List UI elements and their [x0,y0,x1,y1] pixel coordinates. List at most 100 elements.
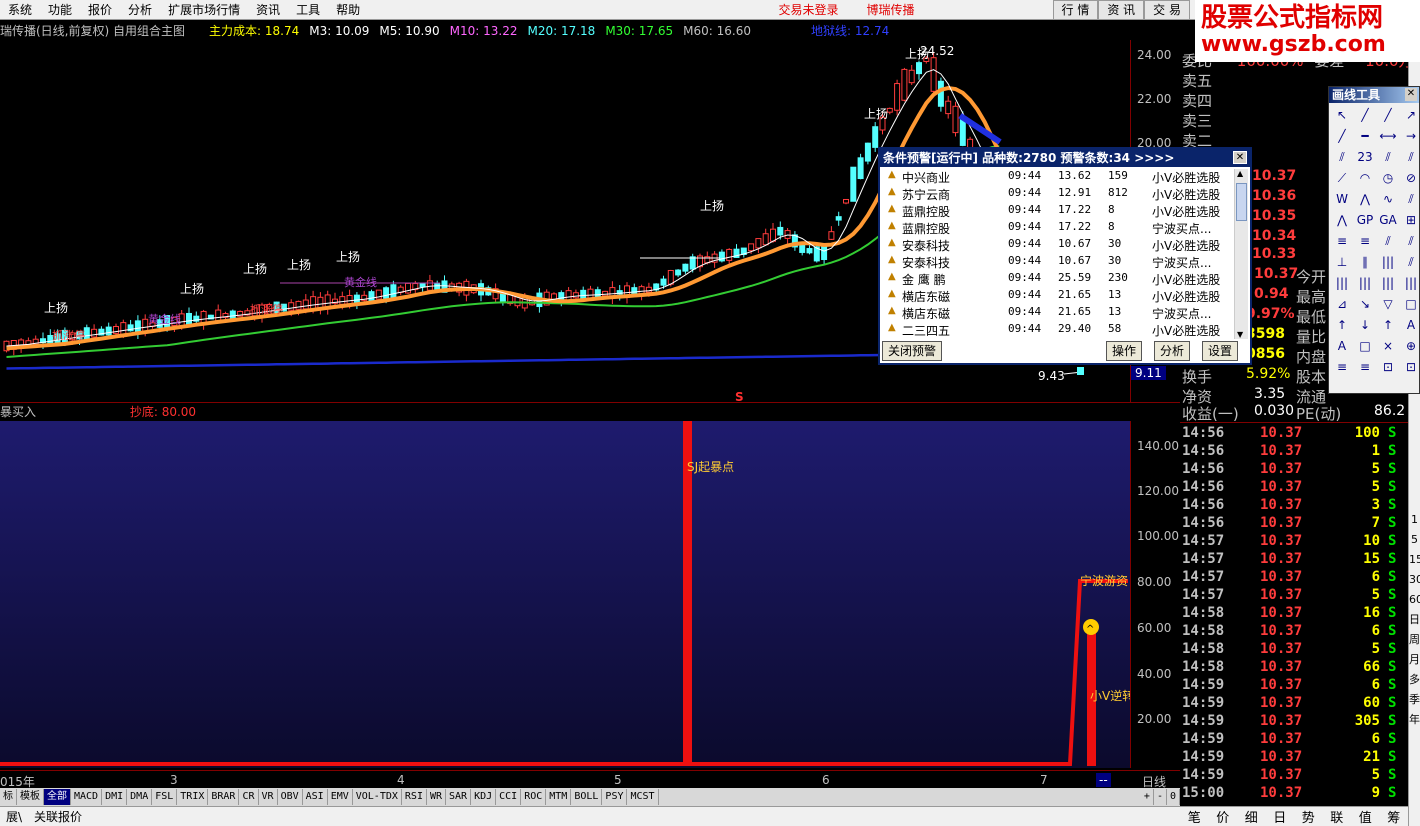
period-15m[interactable]: 15 [1409,550,1420,570]
menu-item-function[interactable]: 功能 [40,0,80,20]
scroll-thumb[interactable] [1236,183,1247,221]
tab-cr[interactable]: CR [239,789,259,805]
period-year[interactable]: 年 [1409,710,1420,730]
period-month[interactable]: 月 [1409,650,1420,670]
draw-tool-icon[interactable]: A [1400,315,1420,335]
tab-dma[interactable]: DMA [127,789,153,805]
draw-tool-icon[interactable]: □ [1400,294,1420,314]
tab-all[interactable]: 全部 [44,789,71,805]
tab-vr[interactable]: VR [259,789,278,805]
tab-emv[interactable]: EMV [328,789,353,805]
tab-trend[interactable]: 势 [1302,807,1315,826]
draw-tool-icon[interactable]: ↓ [1354,315,1376,335]
draw-tool-icon[interactable]: × [1377,336,1399,356]
period-5m[interactable]: 5 [1409,530,1420,550]
period-1m[interactable]: 1 [1409,510,1420,530]
draw-tool-icon[interactable]: ⊘ [1400,168,1420,188]
tab-ticks[interactable]: 笔 [1188,807,1201,826]
status-expand[interactable]: 展\ [0,808,28,825]
zoom-reset-button[interactable]: 0 [1167,789,1180,805]
draw-tool-icon[interactable]: ⫽ [1400,252,1420,272]
draw-tool-icon[interactable]: ∿ [1377,189,1399,209]
tab-brar[interactable]: BRAR [208,789,240,805]
draw-tool-icon[interactable]: ╱ [1354,105,1376,125]
close-alert-button[interactable]: 关闭预警 [882,341,943,361]
draw-tool-icon[interactable]: ||| [1377,252,1399,272]
alert-row[interactable]: ▲ 横店东磁 09:44 21.65 13 小V必胜选股 [882,288,1234,305]
trade-login-status[interactable]: 交易未登录 [770,0,846,20]
tab-kdj[interactable]: KDJ [471,789,497,805]
draw-tool-icon[interactable]: ≡ [1331,357,1353,377]
draw-tool-icon[interactable]: ⊡ [1377,357,1399,377]
draw-tool-icon[interactable]: ↑ [1331,315,1353,335]
settings-button[interactable]: 设置 [1202,341,1239,361]
draw-tool-icon[interactable]: ⟋ [1331,168,1353,188]
draw-tool-icon[interactable]: ⫽ [1400,231,1420,251]
period-day[interactable]: 日 [1409,610,1420,630]
period-week[interactable]: 周 [1409,630,1420,650]
tab-rsi[interactable]: RSI [402,789,427,805]
draw-tool-icon[interactable]: ↘ [1354,294,1376,314]
menu-item-news[interactable]: 资讯 [248,0,288,20]
zoom-out-button[interactable]: - [1154,789,1167,805]
draw-tool-icon[interactable]: → [1400,126,1420,146]
zoom-in-button[interactable]: + [1141,789,1154,805]
draw-tool-icon[interactable]: ⋀ [1354,189,1376,209]
tab-mcst[interactable]: MCST [627,789,659,805]
alert-list[interactable]: ▲ 中兴商业 09:44 13.62 159 小V必胜选股 ▲ 苏宁云商 09:44 12.91 8… [882,169,1234,339]
menu-item-tools[interactable]: 工具 [288,0,328,20]
draw-tool-icon[interactable]: ⋀ [1331,210,1353,230]
tab-cci[interactable]: CCI [496,789,522,805]
tab-mtm[interactable]: MTM [546,789,572,805]
tab-detail[interactable]: 细 [1245,807,1258,826]
tab-fsl[interactable]: FSL [152,789,178,805]
draw-tool-icon[interactable]: ⊕ [1400,336,1420,356]
close-icon[interactable]: ✕ [1233,151,1247,164]
draw-tool-icon[interactable]: □ [1354,336,1376,356]
draw-tool-icon[interactable]: ||| [1354,273,1376,293]
draw-tool-icon[interactable]: ↑ [1377,315,1399,335]
draw-tool-icon[interactable]: ━ [1354,126,1376,146]
draw-tool-icon[interactable]: ⫽ [1377,231,1399,251]
draw-tool-icon[interactable]: ⫽ [1331,147,1353,167]
alert-row[interactable]: ▲ 安泰科技 09:44 10.67 30 小V必胜选股 [882,237,1234,254]
tab-trix[interactable]: TRIX [177,789,209,805]
tick-list[interactable]: 14:56 10.37 100 S 14:56 10.37 1 S 14:56 10.37 5 S 14… [1180,422,1408,802]
draw-tool-icon[interactable]: ↖ [1331,105,1353,125]
analyze-button[interactable]: 分析 [1154,341,1191,361]
draw-tool-icon[interactable]: ⫽ [1400,189,1420,209]
tab-macd[interactable]: MACD [71,789,103,805]
tab-roc[interactable]: ROC [521,789,547,805]
draw-tool-icon[interactable]: ≡ [1331,231,1353,251]
draw-tool-icon[interactable]: ≡ [1354,231,1376,251]
menu-item-analysis[interactable]: 分析 [120,0,160,20]
draw-tool-icon[interactable]: GP [1354,210,1376,230]
indicator-svg[interactable]: SJ起暴点 宁波游资 小V逆转 ^ [0,421,1130,768]
draw-tool-icon[interactable]: ⊡ [1400,357,1420,377]
draw-tool-icon[interactable]: ||| [1331,273,1353,293]
tab-dmi[interactable]: DMI [102,789,128,805]
tab-day[interactable]: 日 [1273,807,1286,826]
tab-obv[interactable]: OBV [278,789,303,805]
draw-tool-icon[interactable]: ↗ [1400,105,1420,125]
draw-tool-icon[interactable]: ◷ [1377,168,1399,188]
period-60m[interactable]: 60 [1409,590,1420,610]
alert-row[interactable]: ▲ 苏宁云商 09:44 12.91 812 小V必胜选股 [882,186,1234,203]
draw-tool-icon[interactable]: W [1331,189,1353,209]
alert-row[interactable]: ▲ 横店东磁 09:44 21.65 13 宁波买点... [882,305,1234,322]
draw-tool-icon[interactable]: ||| [1400,273,1420,293]
draw-tool-icon[interactable]: ╱ [1377,105,1399,125]
draw-tool-icon[interactable]: ◠ [1354,168,1376,188]
tab-asi[interactable]: ASI [303,789,328,805]
alert-row[interactable]: ▲ 金 鹰 鹏 09:44 25.59 230 小V必胜选股 [882,271,1234,288]
close-icon[interactable]: ✕ [1405,88,1417,101]
draw-tool-icon[interactable]: ⊞ [1400,210,1420,230]
period-30m[interactable]: 30 [1409,570,1420,590]
tab-linked[interactable]: 联 [1330,807,1343,826]
tab-trade[interactable]: 交 易 [1144,0,1190,20]
draw-tool-icon[interactable]: ⊥ [1331,252,1353,272]
tab-quotes[interactable]: 行 情 [1052,0,1099,20]
alert-row[interactable]: ▲ 安泰科技 09:44 10.67 30 宁波买点... [882,254,1234,271]
draw-tool-icon[interactable]: Ａ [1331,336,1353,356]
draw-tool-icon[interactable]: GA [1377,210,1399,230]
